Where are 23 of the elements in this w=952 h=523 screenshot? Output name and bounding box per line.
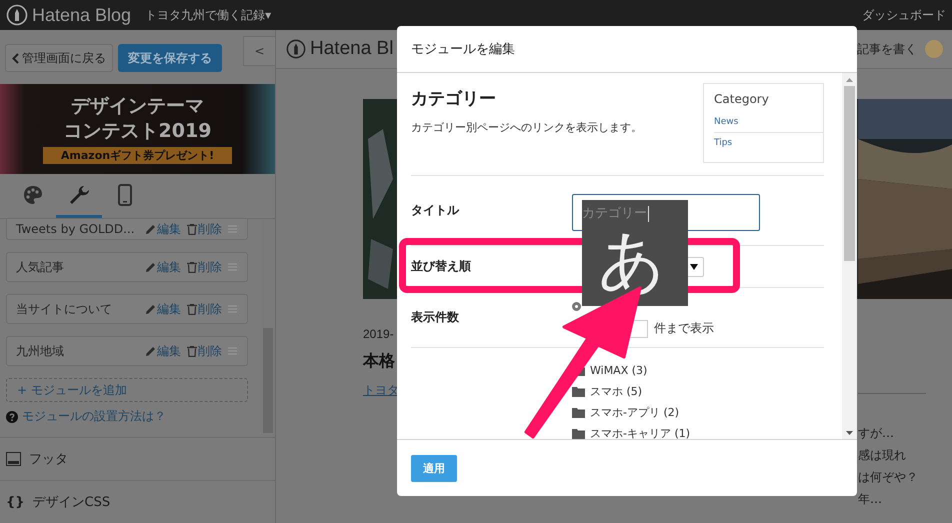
excerpt-line: 感は現れ	[858, 447, 907, 464]
ime-composition: カテゴリー	[582, 206, 649, 222]
category-item: スマホ (5)	[590, 384, 642, 399]
field-label: 並び替え順	[411, 258, 472, 275]
excerpt-line: すが…	[858, 425, 895, 442]
excerpt-line: 年…	[858, 491, 883, 508]
module-name: 九州地域	[16, 342, 65, 360]
preview-heading: Category	[714, 91, 770, 108]
ime-mode: あ	[598, 226, 666, 296]
count-suffix: 件まで表示	[654, 320, 714, 337]
category-item: スマホ-アプリ (2)	[590, 405, 680, 420]
module-name: 当サイトについて	[16, 300, 113, 318]
field-label: タイトル	[411, 202, 460, 219]
post-date: 2019-	[363, 327, 394, 341]
module-name: 人気記事	[16, 258, 65, 276]
module-description: カテゴリー別ページへのリンクを表示します。	[411, 120, 643, 136]
module-name: Tweets by GOLDD...	[16, 222, 136, 236]
excerpt-line: は何ぞや？	[858, 469, 919, 486]
field-label: 表示件数	[411, 309, 460, 326]
category-item: WiMAX (3)	[590, 364, 648, 377]
modal-title: モジュールを編集	[411, 41, 515, 58]
category-item: スマホ-キャリア (1)	[590, 426, 690, 439]
module-title: カテゴリー	[411, 88, 497, 110]
